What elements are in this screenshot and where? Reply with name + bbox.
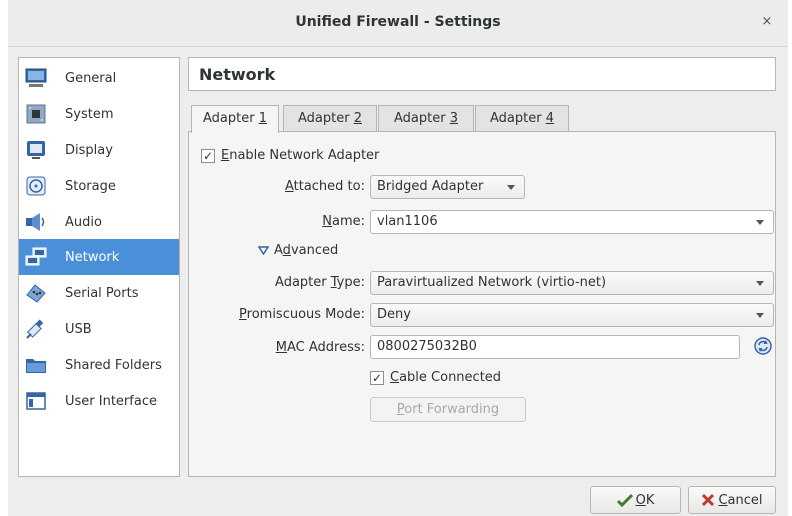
attached-to-label: Attached to: [284, 179, 365, 194]
enable-adapter-label: Enable Network Adapter [221, 148, 380, 163]
adapter-type-label: Adapter Type: [275, 275, 365, 290]
checkmark-icon [616, 493, 633, 507]
tab-adapter-3[interactable]: Adapter 3 [378, 105, 474, 132]
usb-icon [25, 318, 47, 340]
sidebar-item-label: Audio [65, 214, 102, 230]
refresh-mac-icon[interactable] [754, 337, 772, 359]
close-button[interactable]: × [758, 12, 776, 32]
serial-port-icon [25, 282, 47, 304]
promiscuous-mode-select[interactable]: Deny [370, 303, 774, 327]
chevron-down-icon [507, 185, 515, 190]
adapter-panel: ✓ Enable Network Adapter Attached to: Br… [188, 131, 776, 477]
tab-adapter-4[interactable]: Adapter 4 [475, 105, 569, 132]
chevron-down-icon [756, 281, 764, 286]
chevron-down-icon [756, 220, 764, 225]
settings-dialog: Unified Firewall - Settings × General Sy… [8, 0, 788, 516]
port-forwarding-button[interactable]: Port Forwarding [370, 397, 526, 422]
mac-address-field[interactable]: 0800275032B0 [370, 335, 740, 359]
cable-connected-checkbox[interactable]: ✓ [370, 371, 384, 385]
sidebar-item-label: General [65, 70, 117, 86]
sidebar-item-shared-folders[interactable]: Shared Folders [19, 347, 179, 383]
chip-icon [25, 103, 47, 125]
sidebar-item-label: Storage [65, 178, 116, 194]
adapter-type-select[interactable]: Paravirtualized Network (virtio-net) [370, 271, 774, 295]
disk-icon [25, 175, 47, 197]
monitor-icon [25, 67, 47, 89]
sidebar-item-label: Network [65, 249, 120, 265]
mac-address-label: MAC Address: [275, 340, 365, 355]
speaker-icon [25, 211, 47, 233]
page-header: Network [188, 57, 776, 91]
expander-icon [258, 246, 269, 255]
folder-icon [25, 354, 47, 376]
name-label: Name: [322, 214, 365, 229]
sidebar-item-user-interface[interactable]: User Interface [19, 383, 179, 419]
sidebar-item-general[interactable]: General [19, 60, 179, 96]
sidebar-item-system[interactable]: System [19, 96, 179, 132]
cancel-x-icon [702, 493, 715, 507]
tab-adapter-2[interactable]: Adapter 2 [283, 105, 377, 132]
sidebar-item-label: System [65, 106, 114, 122]
sidebar-item-usb[interactable]: USB [19, 311, 179, 347]
sidebar-item-storage[interactable]: Storage [19, 168, 179, 204]
page-title: Network [199, 65, 276, 84]
sidebar-item-label: Shared Folders [65, 357, 162, 373]
attached-to-select[interactable]: Bridged Adapter [370, 175, 525, 199]
sidebar-item-display[interactable]: Display [19, 132, 179, 168]
sidebar-item-label: USB [65, 321, 92, 337]
chevron-down-icon [756, 313, 764, 318]
display-icon [25, 139, 47, 161]
cable-connected-label: Cable Connected [390, 370, 502, 385]
window-icon [25, 390, 47, 412]
sidebar-item-label: Display [65, 142, 113, 158]
advanced-toggle[interactable]: Advanced [258, 243, 338, 258]
sidebar-item-label: Serial Ports [65, 285, 139, 301]
sidebar-item-serial-ports[interactable]: Serial Ports [19, 275, 179, 311]
sidebar-item-network[interactable]: Network [19, 239, 179, 275]
window-title: Unified Firewall - Settings [295, 14, 501, 30]
enable-adapter-checkbox[interactable]: ✓ [201, 149, 215, 163]
name-select[interactable]: vlan1106 [370, 210, 774, 234]
sidebar-item-label: User Interface [65, 393, 157, 409]
title-bar[interactable]: Unified Firewall - Settings × [8, 0, 788, 47]
promiscuous-mode-label: Promiscuous Mode: [239, 307, 365, 322]
cancel-button[interactable]: Cancel [688, 486, 776, 514]
settings-sidebar: General System Display Storage Audio Net… [18, 57, 180, 477]
network-icon [25, 246, 47, 268]
ok-button[interactable]: OK [590, 486, 681, 514]
sidebar-item-audio[interactable]: Audio [19, 204, 179, 240]
tab-adapter-1[interactable]: Adapter 1 [191, 105, 279, 133]
